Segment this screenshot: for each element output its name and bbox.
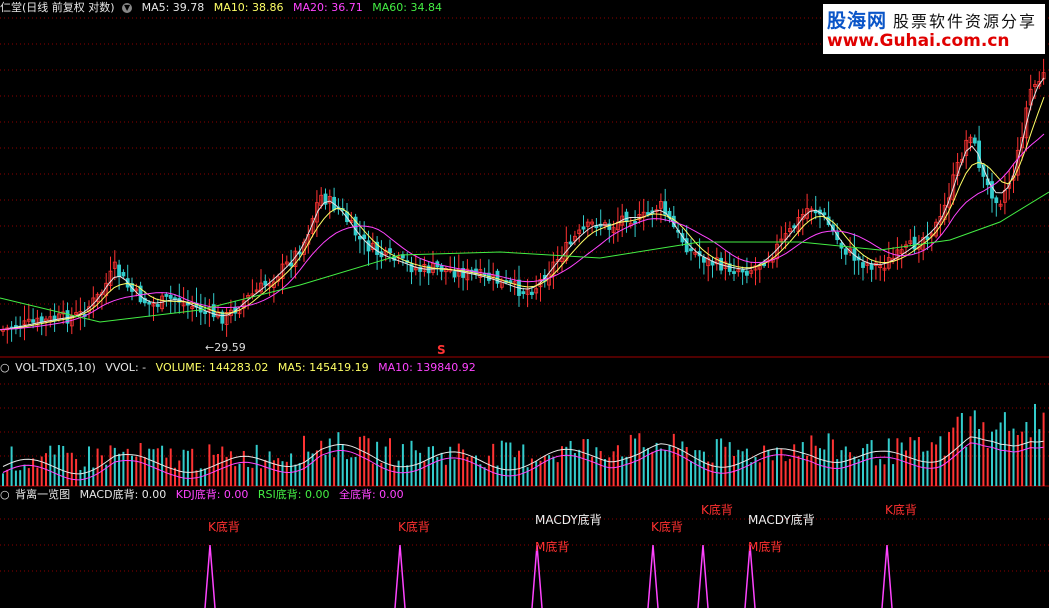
macd-divergence-value: MACD底背: 0.00 <box>79 488 167 501</box>
ma10-value: MA10: 38.86 <box>213 1 284 14</box>
divergence-spike <box>647 544 659 608</box>
volume-bars-chart[interactable] <box>0 360 1049 487</box>
circle-icon[interactable]: ○ <box>0 488 10 501</box>
candle-body <box>745 270 749 276</box>
divergence-signal-label: K底背 <box>398 520 430 534</box>
guhai-watermark-logo: 股海网 股票软件资源分享 www.Guhai.com.cn <box>823 4 1045 54</box>
candle-body <box>822 212 827 216</box>
indicator-name: 背离一览图 <box>15 488 71 501</box>
volume-chart-panel[interactable]: ○ VOL-TDX(5,10) VVOL: - VOLUME: 144283.0… <box>0 360 1049 487</box>
divergence-signal-label: K底背 <box>651 520 683 534</box>
volume-value: VOLUME: 144283.02 <box>155 361 269 374</box>
candle-body <box>689 248 693 252</box>
candle-body <box>732 271 736 274</box>
candle-body <box>990 181 994 199</box>
candle-body <box>220 311 225 324</box>
ma10-line <box>0 96 1045 331</box>
divergence-signal-label: M底背 <box>748 540 783 554</box>
candle-body <box>117 264 121 277</box>
stock-title: 仁堂(日线 前复权 对数) <box>0 1 115 14</box>
divergence-signal-label: MACDY底背 <box>535 513 602 527</box>
candle-body <box>366 240 371 252</box>
divergence-spike <box>881 544 893 608</box>
candle-body <box>263 280 268 286</box>
candle-body <box>530 291 534 295</box>
candle-body <box>581 226 586 230</box>
price-chart-panel[interactable]: 仁堂(日线 前复权 对数) ▼ MA5: 39.78 MA10: 38.86 M… <box>0 0 1049 358</box>
logo-slogan: 股票软件资源分享 <box>893 12 1038 31</box>
candle-body <box>31 319 36 323</box>
divergence-signal-label: K底背 <box>208 520 240 534</box>
indicator-legend: ○ 背离一览图 MACD底背: 0.00 KDJ底背: 0.00 RSI底背: … <box>0 487 410 502</box>
kdj-divergence-value: KDJ底背: 0.00 <box>175 488 249 501</box>
rsi-divergence-value: RSI底背: 0.00 <box>257 488 330 501</box>
candle-body <box>912 236 917 250</box>
divergence-spike <box>394 544 406 608</box>
candle-body <box>388 248 392 254</box>
all-divergence-value: 全底背: 0.00 <box>338 488 404 501</box>
divergence-signal-label: K底背 <box>701 503 733 517</box>
candle-body <box>164 294 169 297</box>
divergence-indicator-panel[interactable]: ○ 背离一览图 MACD底背: 0.00 KDJ底背: 0.00 RSI底背: … <box>0 487 1049 608</box>
logo-url: www.Guhai.com.cn <box>827 31 1010 51</box>
divergence-signal-label: M底背 <box>535 540 570 554</box>
vvol-value: VVOL: - <box>105 361 147 374</box>
candle-body <box>121 272 126 277</box>
candle-body <box>702 257 706 263</box>
chevron-down-icon[interactable]: ▼ <box>122 3 133 13</box>
logo-name: 股海网 <box>827 10 888 32</box>
candle-body <box>624 211 629 223</box>
candle-body <box>147 301 152 305</box>
volume-legend: ○ VOL-TDX(5,10) VVOL: - VOLUME: 144283.0… <box>0 360 482 375</box>
low-price-marker: ←29.59 <box>205 341 246 354</box>
candle-body <box>568 241 573 245</box>
volume-ma10-value: MA10: 139840.92 <box>378 361 476 374</box>
ma20-value: MA20: 36.71 <box>293 1 363 14</box>
price-legend: 仁堂(日线 前复权 对数) ▼ MA5: 39.78 MA10: 38.86 M… <box>0 0 448 15</box>
divergence-signal-label: MACDY底背 <box>748 513 815 527</box>
candle-body <box>203 311 208 315</box>
divergence-signal-label: K底背 <box>885 503 917 517</box>
candle-body <box>155 304 160 307</box>
candle-body <box>168 294 173 299</box>
candle-body <box>869 263 874 270</box>
divergence-spike <box>697 544 709 608</box>
candle-body <box>740 269 745 273</box>
candle-body <box>843 248 848 255</box>
candle-body <box>994 197 999 204</box>
candle-body <box>521 291 526 295</box>
divergence-spike <box>204 544 216 608</box>
sell-signal-marker: S <box>437 343 446 357</box>
candle-body <box>972 137 977 144</box>
ma5-value: MA5: 39.78 <box>141 1 205 14</box>
candle-body <box>861 262 865 268</box>
volume-ma5-value: MA5: 145419.19 <box>277 361 369 374</box>
circle-icon[interactable]: ○ <box>0 361 10 374</box>
ma60-value: MA60: 34.84 <box>372 1 442 14</box>
ma20-line <box>0 133 1045 331</box>
candle-body <box>452 271 457 278</box>
volume-indicator-name: VOL-TDX(5,10) <box>15 361 96 374</box>
